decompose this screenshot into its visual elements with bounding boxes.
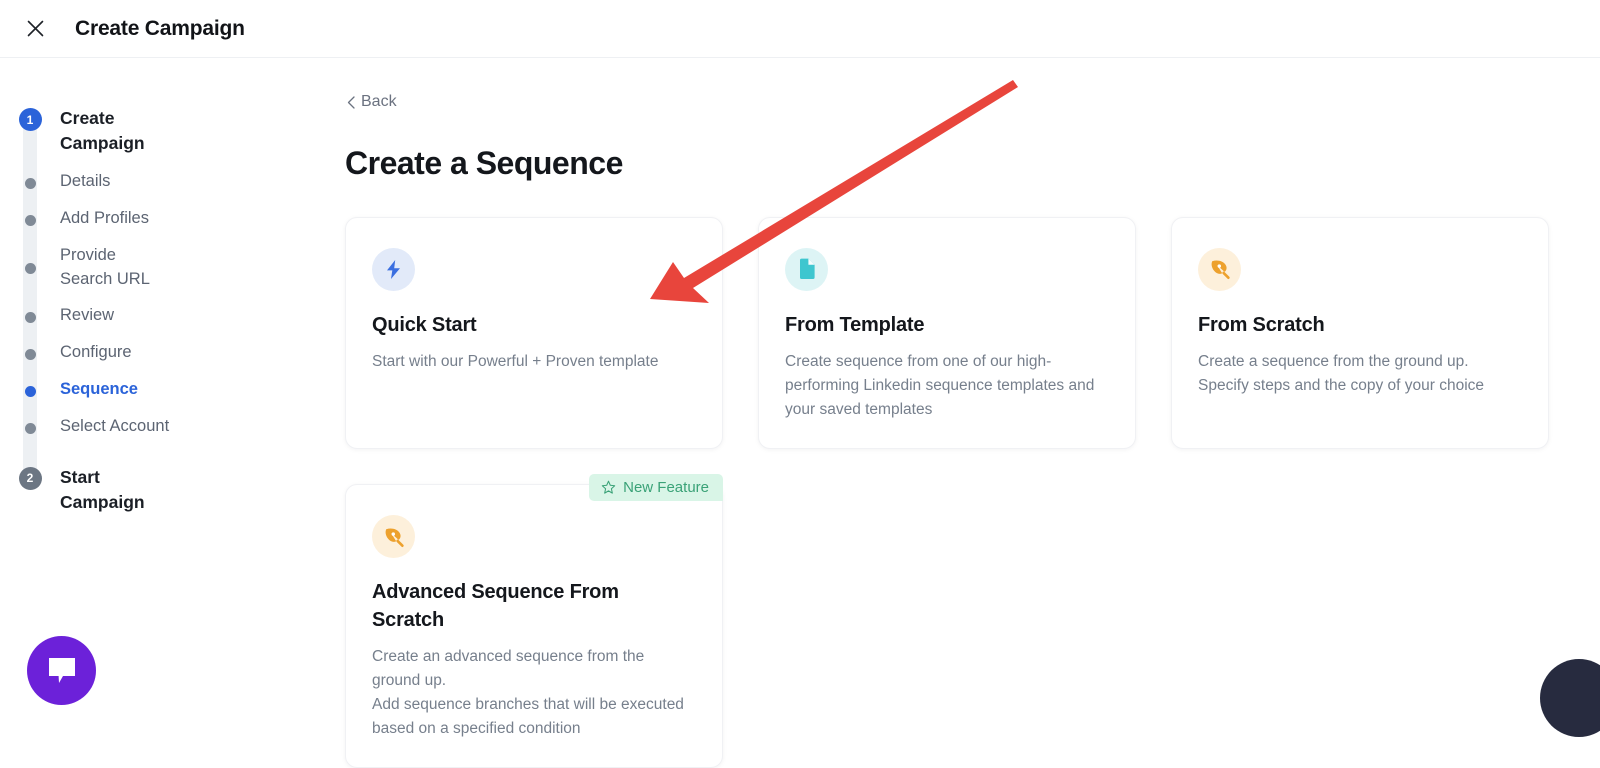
sidebar-step-label: Sequence — [60, 378, 188, 402]
chat-widget-button[interactable] — [27, 636, 96, 705]
close-icon[interactable] — [18, 12, 52, 46]
sidebar-step-label: Provide Search URL — [60, 244, 210, 292]
step-dot-icon — [25, 178, 36, 189]
card-from-template[interactable]: From Template Create sequence from one o… — [758, 217, 1136, 450]
step-number-badge: 2 — [19, 467, 42, 490]
card-title: Advanced Sequence From Scratch — [372, 579, 696, 634]
back-button[interactable]: Back — [345, 93, 397, 111]
top-bar: Create Campaign — [0, 0, 1600, 58]
sidebar-step-sequence[interactable]: Sequence — [0, 378, 300, 415]
sidebar-step-create-campaign[interactable]: 1 Create Campaign — [0, 106, 300, 157]
card-description: Start with our Powerful + Proven templat… — [372, 350, 696, 374]
pen-nib-icon — [372, 515, 415, 558]
sidebar-step-label: Add Profiles — [60, 207, 199, 231]
sidebar-step-label: Select Account — [60, 415, 219, 439]
step-marker — [0, 244, 60, 274]
step-dot-icon — [25, 312, 36, 323]
card-advanced-sequence-from-scratch[interactable]: New Feature Advanced Sequence From Scrat… — [345, 484, 723, 768]
sidebar-step-label: Create Campaign — [60, 106, 230, 157]
star-icon — [601, 480, 616, 495]
main-content: Back Create a Sequence Quick Start Start… — [300, 58, 1600, 719]
chat-bubble-icon — [45, 656, 79, 686]
step-dot-icon — [25, 263, 36, 274]
step-marker — [0, 378, 60, 397]
back-label: Back — [361, 93, 397, 111]
sidebar-step-configure[interactable]: Configure — [0, 341, 300, 378]
step-marker — [0, 415, 60, 434]
step-list: 1 Create Campaign Details Add Profiles P… — [0, 106, 300, 516]
step-marker — [0, 341, 60, 360]
new-feature-badge-label: New Feature — [623, 479, 709, 496]
sidebar-step-select-account[interactable]: Select Account — [0, 415, 300, 452]
card-title: From Template — [785, 312, 1109, 340]
step-marker — [0, 304, 60, 323]
step-dot-icon — [25, 423, 36, 434]
step-dot-icon — [25, 215, 36, 226]
card-description: Create a sequence from the ground up. Sp… — [1198, 350, 1522, 398]
sidebar-step-label: Configure — [60, 341, 182, 365]
page-title: Create a Sequence — [345, 145, 1560, 182]
step-dot-icon-active — [25, 386, 36, 397]
step-number-badge: 1 — [19, 108, 42, 131]
sidebar-step-add-profiles[interactable]: Add Profiles — [0, 207, 300, 244]
pen-nib-icon — [1198, 248, 1241, 291]
campaign-steps-sidebar: 1 Create Campaign Details Add Profiles P… — [0, 58, 300, 719]
sidebar-step-start-campaign[interactable]: 2 Start Campaign — [0, 465, 300, 516]
card-description: Create an advanced sequence from the gro… — [372, 645, 696, 741]
sidebar-step-label: Details — [60, 170, 160, 194]
step-marker: 1 — [0, 106, 60, 131]
spacer — [0, 157, 300, 170]
step-marker — [0, 207, 60, 226]
sidebar-step-label: Start Campaign — [60, 465, 230, 516]
sidebar-step-details[interactable]: Details — [0, 170, 300, 207]
page-header-title: Create Campaign — [75, 17, 245, 41]
sidebar-step-review[interactable]: Review — [0, 304, 300, 341]
step-dot-icon — [25, 349, 36, 360]
spacer — [0, 452, 300, 465]
chevron-left-icon — [345, 95, 358, 110]
card-title: Quick Start — [372, 312, 696, 340]
card-description: Create sequence from one of our high-per… — [785, 350, 1109, 422]
new-feature-badge: New Feature — [589, 474, 723, 501]
document-icon — [785, 248, 828, 291]
card-title: From Scratch — [1198, 312, 1522, 340]
sidebar-step-label: Review — [60, 304, 164, 328]
sequence-options-grid: Quick Start Start with our Powerful + Pr… — [345, 217, 1560, 768]
step-marker — [0, 170, 60, 189]
card-from-scratch[interactable]: From Scratch Create a sequence from the … — [1171, 217, 1549, 450]
step-marker: 2 — [0, 465, 60, 490]
sidebar-step-provide-search-url[interactable]: Provide Search URL — [0, 244, 300, 304]
card-quick-start[interactable]: Quick Start Start with our Powerful + Pr… — [345, 217, 723, 450]
lightning-bolt-icon — [372, 248, 415, 291]
